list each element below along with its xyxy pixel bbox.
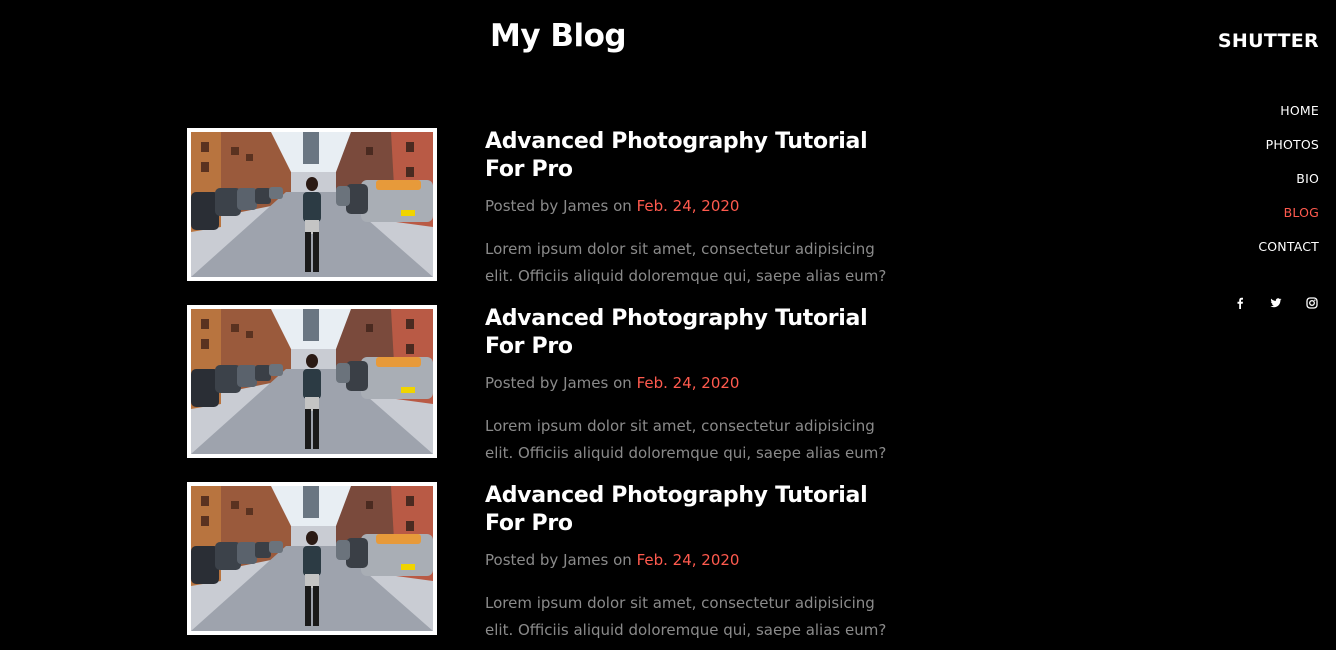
nav-item-photos[interactable]: PHOTOS	[1258, 128, 1319, 162]
post-date: Feb. 24, 2020	[636, 374, 740, 392]
instagram-icon[interactable]	[1305, 296, 1319, 310]
post-thumbnail[interactable]	[187, 482, 437, 635]
page-title: My Blog	[490, 18, 627, 54]
nav-item-bio[interactable]: BIO	[1258, 162, 1319, 196]
post-thumbnail[interactable]	[187, 305, 437, 458]
street-photo-image	[191, 309, 433, 454]
post-item: Advanced Photography Tutorial For Pro Po…	[187, 482, 907, 650]
post-list: Advanced Photography Tutorial For Pro Po…	[187, 128, 907, 650]
site-brand[interactable]: SHUTTER	[1218, 30, 1319, 52]
street-photo-image	[191, 486, 433, 631]
post-item: Advanced Photography Tutorial For Pro Po…	[187, 305, 907, 482]
post-thumbnail[interactable]	[187, 128, 437, 281]
post-meta: Posted by James on Feb. 24, 2020	[485, 374, 739, 392]
page: My Blog Advanced Photography Tutorial Fo…	[0, 0, 1336, 650]
post-excerpt: Lorem ipsum dolor sit amet, consectetur …	[485, 594, 887, 639]
post-title[interactable]: Advanced Photography Tutorial For Pro	[485, 305, 905, 361]
post-date: Feb. 24, 2020	[636, 197, 740, 215]
street-photo-image	[191, 132, 433, 277]
post-author-text: Posted by James on	[485, 551, 637, 569]
post-date: Feb. 24, 2020	[636, 551, 740, 569]
facebook-icon[interactable]	[1233, 296, 1247, 310]
nav-item-contact[interactable]: CONTACT	[1258, 230, 1319, 264]
nav-item-blog[interactable]: BLOG	[1258, 196, 1319, 230]
social-links	[1233, 296, 1319, 310]
post-title[interactable]: Advanced Photography Tutorial For Pro	[485, 482, 905, 538]
post-meta: Posted by James on Feb. 24, 2020	[485, 197, 739, 215]
twitter-icon[interactable]	[1269, 296, 1283, 310]
post-author-text: Posted by James on	[485, 374, 637, 392]
post-title[interactable]: Advanced Photography Tutorial For Pro	[485, 128, 905, 184]
post-excerpt: Lorem ipsum dolor sit amet, consectetur …	[485, 240, 887, 285]
post-author-text: Posted by James on	[485, 197, 637, 215]
main-nav: HOME PHOTOS BIO BLOG CONTACT	[1258, 94, 1319, 264]
post-meta: Posted by James on Feb. 24, 2020	[485, 551, 739, 569]
nav-item-home[interactable]: HOME	[1258, 94, 1319, 128]
post-item: Advanced Photography Tutorial For Pro Po…	[187, 128, 907, 305]
post-excerpt: Lorem ipsum dolor sit amet, consectetur …	[485, 417, 887, 462]
